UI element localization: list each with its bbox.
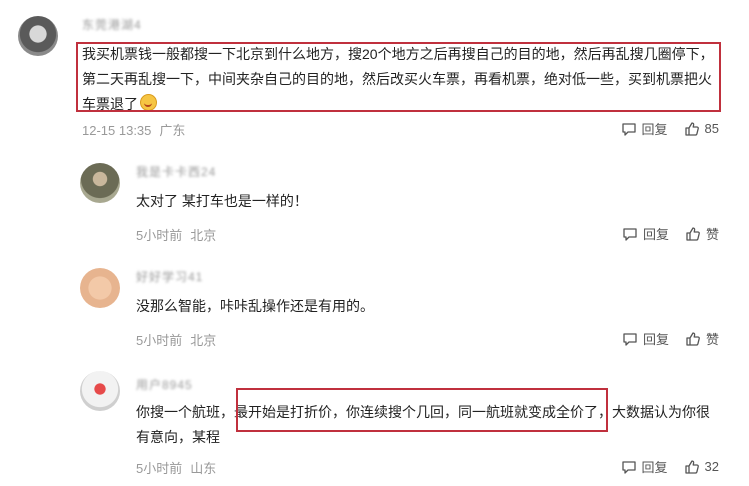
reply-label: 回复 <box>642 227 669 242</box>
timestamp: 5小时前 <box>136 461 183 476</box>
comment-meta: 12-15 13:35 广东 <box>82 120 185 139</box>
timestamp: 5小时前 <box>136 333 183 348</box>
like-count: 85 <box>704 121 719 136</box>
username[interactable]: 用户8945 <box>136 376 193 393</box>
thumbs-up-icon <box>685 226 701 242</box>
avatar[interactable] <box>18 16 58 56</box>
avatar[interactable] <box>80 163 120 203</box>
like-count: 32 <box>704 459 719 474</box>
reply-meta: 5小时前 北京 <box>136 330 216 349</box>
like-label: 赞 <box>705 332 719 347</box>
comment-actions: 回复 85 <box>621 119 719 138</box>
reply-meta: 5小时前 山东 <box>136 458 216 477</box>
reply-label: 回复 <box>641 460 668 475</box>
comment-bubble-icon <box>622 331 638 347</box>
comment-bubble-icon <box>622 226 638 242</box>
comment-bubble-icon <box>621 121 637 137</box>
comment-bubble-icon <box>621 459 637 475</box>
username[interactable]: 好好学习41 <box>136 268 203 285</box>
location: 北京 <box>190 333 217 348</box>
avatar[interactable] <box>80 371 120 411</box>
reply-text: 没那么智能，咔咔乱操作还是有用的。 <box>136 298 374 314</box>
reply-actions: 回复 赞 <box>622 224 719 243</box>
comment-text: 我买机票钱一般都搜一下北京到什么地方，搜20个地方之后再搜自己的目的地，然后再乱… <box>82 46 714 112</box>
like-button[interactable]: 赞 <box>685 224 719 243</box>
thumbs-up-icon <box>685 331 701 347</box>
reply-text: 太对了 某打车也是一样的！ <box>136 193 308 209</box>
reply-actions: 回复 32 <box>621 457 719 476</box>
thumbs-up-icon <box>684 459 700 475</box>
reply-button[interactable]: 回复 <box>622 224 669 243</box>
like-button[interactable]: 32 <box>684 459 719 475</box>
reply-label: 回复 <box>642 332 669 347</box>
location: 山东 <box>190 461 217 476</box>
highlighted-text: 最开始是打折价，你连续搜个几回，同一航班就变成全价了 <box>234 404 598 420</box>
like-label: 赞 <box>705 227 719 242</box>
thumbs-up-icon <box>684 121 700 137</box>
username[interactable]: 我是卡卡西24 <box>136 163 216 180</box>
reply-text: 你搜一个航班，最开始是打折价，你连续搜个几回，同一航班就变成全价了，大数据认为你… <box>136 404 710 445</box>
username[interactable]: 东莞港湖4 <box>82 16 142 33</box>
reply-label: 回复 <box>641 122 668 137</box>
reply-button[interactable]: 回复 <box>621 119 668 138</box>
reply-button[interactable]: 回复 <box>622 329 669 348</box>
like-button[interactable]: 85 <box>684 121 719 137</box>
reply-button[interactable]: 回复 <box>621 457 668 476</box>
avatar[interactable] <box>80 268 120 308</box>
location: 广东 <box>159 123 186 138</box>
timestamp: 12-15 13:35 <box>82 123 152 138</box>
timestamp: 5小时前 <box>136 228 183 243</box>
reply-meta: 5小时前 北京 <box>136 225 216 244</box>
reply-actions: 回复 赞 <box>622 329 719 348</box>
like-button[interactable]: 赞 <box>685 329 719 348</box>
location: 北京 <box>190 228 217 243</box>
grinning-face-icon <box>140 94 157 111</box>
